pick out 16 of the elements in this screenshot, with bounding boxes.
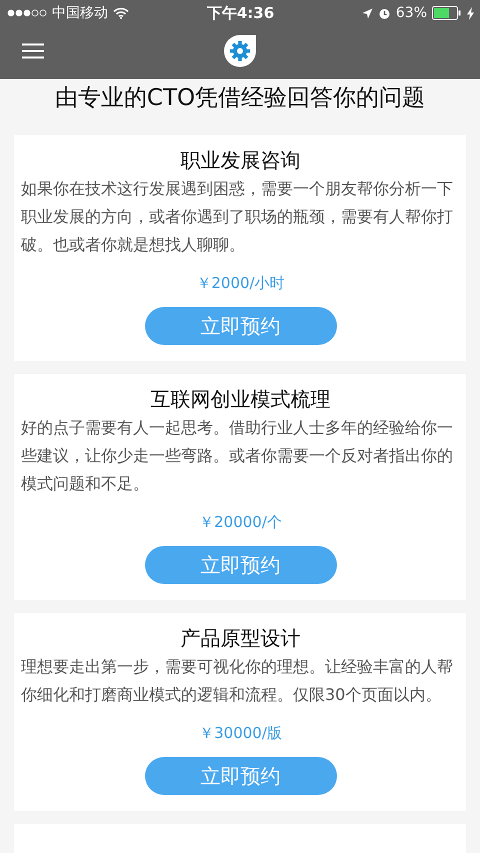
book-button[interactable]: 立即预约 <box>144 757 336 795</box>
carrier-name: 中国移动 <box>52 4 108 22</box>
battery-percent: 63% <box>396 5 427 21</box>
service-title: 互联网创业模式梳理 <box>150 386 330 413</box>
service-description: 理想要走出第一步，需要可视化你的理想。让经验丰富的人帮你细化和打磨商业模式的逻辑和流程。仅限30个页面以内。 <box>21 656 454 706</box>
service-title: 产品原型设计 <box>180 625 300 652</box>
service-price: ￥30000/版 <box>199 723 282 744</box>
service-description: 如果你在技术这行发展遇到困惑，需要一个朋友帮你分析一下职业发展的方向，或者你遇到了职场的瓶颈，需要有人帮你打破。也或者你就是想找人聊聊。 <box>21 178 454 256</box>
service-price: ￥20000/个 <box>199 512 282 533</box>
book-button[interactable]: 立即预约 <box>144 546 336 584</box>
status-time: 下午4:36 <box>206 4 274 22</box>
book-button[interactable]: 立即预约 <box>144 307 336 345</box>
service-price: ￥2000/小时 <box>196 273 285 294</box>
page-headline: 由专业的CTO凭借经验回答你的问题 <box>54 84 426 113</box>
service-description: 好的点子需要有人一起思考。借助行业人士多年的经验给你一些建议，让你少走一些弯路。或者你需要一个反对者指出你的模式问题和不足。 <box>21 417 454 495</box>
service-title: 职业发展咨询 <box>180 147 300 174</box>
